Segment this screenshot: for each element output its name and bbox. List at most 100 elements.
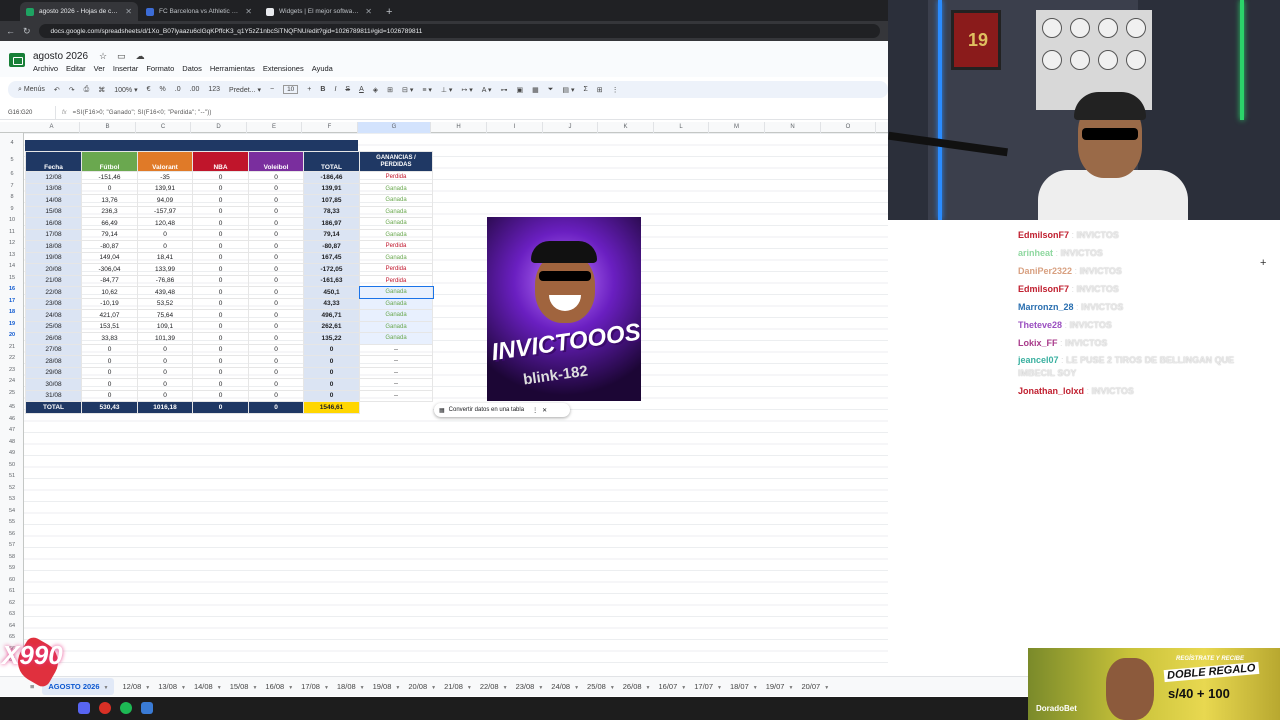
borders-icon[interactable]: ⊞ bbox=[387, 86, 393, 94]
paint-format-icon[interactable]: ⌘ bbox=[98, 86, 105, 94]
cell-nba[interactable]: 0 bbox=[192, 263, 249, 276]
cell-nba[interactable]: 0 bbox=[192, 332, 249, 345]
undo-icon[interactable]: ↶ bbox=[54, 86, 60, 94]
caret-down-icon[interactable]: ▼ bbox=[824, 685, 829, 691]
row-header[interactable]: 61 bbox=[0, 588, 24, 594]
row-header[interactable]: 8 bbox=[0, 194, 24, 200]
row-header[interactable]: 14 bbox=[0, 263, 24, 269]
cell-nba[interactable]: 0 bbox=[192, 217, 249, 230]
app-icon-window[interactable] bbox=[141, 702, 153, 714]
font-size-increase[interactable]: + bbox=[307, 86, 311, 93]
caret-down-icon[interactable]: ▼ bbox=[467, 685, 472, 691]
back-icon[interactable]: ← bbox=[6, 26, 15, 36]
sheet-tab[interactable]: 12/08 ▼ bbox=[122, 682, 150, 691]
cell-fecha[interactable]: 31/08 bbox=[25, 389, 82, 402]
column-header-b[interactable]: B bbox=[80, 122, 136, 133]
percent-format-button[interactable]: % bbox=[160, 86, 166, 93]
cell-fecha[interactable]: 24/08 bbox=[25, 309, 82, 322]
cell-voleibol[interactable]: 0 bbox=[248, 263, 304, 276]
search-menus-button[interactable]: ⌕ Menús bbox=[18, 86, 45, 94]
strikethrough-icon[interactable]: S bbox=[345, 86, 350, 93]
cell-total[interactable]: 79,14 bbox=[303, 228, 360, 241]
cell-fecha[interactable]: 30/08 bbox=[25, 378, 82, 391]
menu-ver[interactable]: Ver bbox=[94, 64, 105, 73]
cell-futbol[interactable]: 0 bbox=[81, 366, 138, 379]
caret-down-icon[interactable]: ▼ bbox=[538, 685, 543, 691]
cell-futbol[interactable]: 149,04 bbox=[81, 251, 138, 264]
cell-resultado[interactable]: Ganada bbox=[359, 251, 433, 264]
cell-futbol[interactable]: 66,49 bbox=[81, 217, 138, 230]
browser-tab[interactable]: Widgets | El mejor software pa ✕ bbox=[260, 2, 378, 21]
caret-down-icon[interactable]: ▼ bbox=[360, 685, 365, 691]
chat-username[interactable]: Jonathan_lolxd bbox=[1018, 386, 1084, 396]
sheet-tab[interactable]: 19/08 ▼ bbox=[373, 682, 401, 691]
caret-down-icon[interactable]: ▼ bbox=[788, 685, 793, 691]
cell-voleibol[interactable]: 0 bbox=[248, 320, 304, 333]
column-header-h[interactable]: H bbox=[431, 122, 487, 133]
sheet-tab[interactable]: 24/08 ▼ bbox=[551, 682, 579, 691]
row-header[interactable]: 6 bbox=[0, 171, 24, 177]
row-header[interactable]: 13 bbox=[0, 252, 24, 258]
chat-username[interactable]: EdmilsonF7 bbox=[1018, 284, 1069, 294]
cell-total[interactable]: 0 bbox=[303, 378, 360, 391]
cell-futbol[interactable]: -10,19 bbox=[81, 297, 138, 310]
cell-nba[interactable]: 0 bbox=[192, 355, 249, 368]
cell-voleibol[interactable]: 0 bbox=[248, 217, 304, 230]
close-icon[interactable]: ✕ bbox=[542, 407, 547, 414]
sheet-tab[interactable]: 26/08 ▼ bbox=[623, 682, 651, 691]
cell-resultado[interactable]: Ganada bbox=[359, 297, 433, 310]
menu-archivo[interactable]: Archivo bbox=[33, 64, 58, 73]
row-header[interactable]: 63 bbox=[0, 611, 24, 617]
cell-total[interactable]: 496,71 bbox=[303, 309, 360, 322]
cell-total[interactable]: 107,85 bbox=[303, 194, 360, 207]
menu-datos[interactable]: Datos bbox=[182, 64, 202, 73]
menu-extensiones[interactable]: Extensiones bbox=[263, 64, 304, 73]
app-icon-chrome[interactable] bbox=[99, 702, 111, 714]
browser-tab[interactable]: FC Barcelona vs Athletic Club ✕ bbox=[140, 2, 258, 21]
cell-futbol[interactable]: -84,77 bbox=[81, 274, 138, 287]
cell-nba[interactable]: 0 bbox=[192, 378, 249, 391]
cell-valorant[interactable]: 0 bbox=[137, 240, 193, 253]
cell-futbol[interactable]: 79,14 bbox=[81, 228, 138, 241]
cell-futbol[interactable]: 10,62 bbox=[81, 286, 138, 299]
cell-futbol[interactable]: 0 bbox=[81, 378, 138, 391]
cell-fecha[interactable]: 27/08 bbox=[25, 343, 82, 356]
row-header[interactable]: 7 bbox=[0, 183, 24, 189]
row-header[interactable]: 52 bbox=[0, 485, 24, 491]
row-header[interactable]: 55 bbox=[0, 519, 24, 525]
header-futbol[interactable]: Fútbol bbox=[81, 151, 138, 172]
total-valorant[interactable]: 1016,18 bbox=[137, 401, 193, 414]
cell-futbol[interactable]: 0 bbox=[81, 343, 138, 356]
cell-futbol[interactable]: 33,83 bbox=[81, 332, 138, 345]
text-wrap-icon[interactable]: ↦ ▾ bbox=[461, 86, 472, 94]
merge-cells-icon[interactable]: ⊟ ▾ bbox=[402, 86, 413, 94]
cell-fecha[interactable]: 15/08 bbox=[25, 205, 82, 218]
menu-ayuda[interactable]: Ayuda bbox=[312, 64, 333, 73]
cell-voleibol[interactable]: 0 bbox=[248, 343, 304, 356]
row-header[interactable]: 57 bbox=[0, 542, 24, 548]
row-header[interactable]: 25 bbox=[0, 390, 24, 396]
cell-resultado[interactable]: Perdida bbox=[359, 263, 433, 276]
cell-resultado[interactable]: -- bbox=[359, 366, 433, 379]
cell-nba[interactable]: 0 bbox=[192, 320, 249, 333]
cell-total[interactable]: 262,61 bbox=[303, 320, 360, 333]
row-header[interactable]: 24 bbox=[0, 378, 24, 384]
row-header[interactable]: 17 bbox=[0, 298, 24, 304]
cell-voleibol[interactable]: 0 bbox=[248, 205, 304, 218]
caret-down-icon[interactable]: ▼ bbox=[181, 685, 186, 691]
cell-valorant[interactable]: 0 bbox=[137, 228, 193, 241]
row-header[interactable]: 46 bbox=[0, 416, 24, 422]
row-header[interactable]: 19 bbox=[0, 321, 24, 327]
cell-voleibol[interactable]: 0 bbox=[248, 228, 304, 241]
cell-resultado[interactable]: -- bbox=[359, 378, 433, 391]
sheet-tab[interactable]: 20/07 ▼ bbox=[801, 682, 829, 691]
caret-down-icon[interactable]: ▼ bbox=[646, 685, 651, 691]
move-folder-icon[interactable]: ▭ bbox=[117, 51, 126, 62]
increase-decimal-button[interactable]: .00 bbox=[190, 86, 200, 93]
sheet-tab[interactable]: 18/08 ▼ bbox=[337, 682, 365, 691]
row-header[interactable]: 22 bbox=[0, 355, 24, 361]
cell-valorant[interactable]: 439,48 bbox=[137, 286, 193, 299]
cell-futbol[interactable]: 421,07 bbox=[81, 309, 138, 322]
cell-futbol[interactable]: 0 bbox=[81, 389, 138, 402]
redo-icon[interactable]: ↷ bbox=[69, 86, 75, 94]
